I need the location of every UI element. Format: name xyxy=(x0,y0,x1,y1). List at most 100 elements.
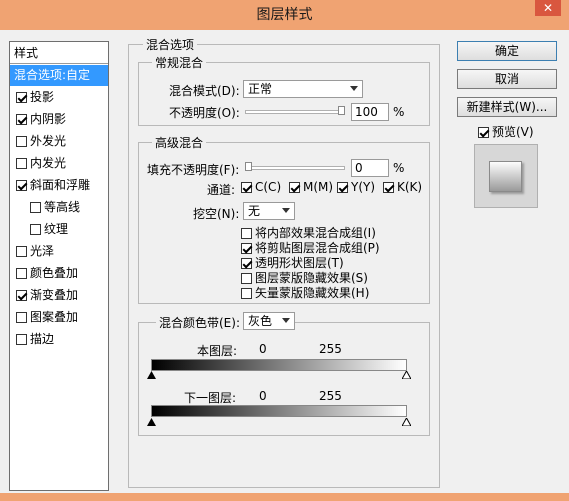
style-item[interactable]: 颜色叠加 xyxy=(10,263,108,284)
opacity-percent: % xyxy=(393,105,405,119)
fill-opacity-slider[interactable] xyxy=(245,166,345,170)
knockout-select[interactable]: 无 xyxy=(243,202,295,220)
style-item[interactable]: 混合选项:自定 xyxy=(10,65,108,86)
style-item-checkbox[interactable] xyxy=(16,290,27,301)
general-blending-title: 常规混合 xyxy=(152,54,207,71)
channel-checkbox-row[interactable]: K(K) xyxy=(383,180,422,194)
channel-checkbox[interactable] xyxy=(337,182,348,193)
fill-opacity-slider-thumb[interactable] xyxy=(245,162,252,171)
style-item-checkbox[interactable] xyxy=(16,158,27,169)
opacity-label: 不透明度(O): xyxy=(169,106,240,120)
opacity-slider[interactable] xyxy=(245,110,345,114)
advanced-option-label: 将剪贴图层混合成组(P) xyxy=(255,241,380,255)
style-item-label: 纹理 xyxy=(44,222,69,236)
channel-checkbox-row[interactable]: C(C) xyxy=(241,180,281,194)
cancel-button[interactable]: 取消 xyxy=(457,69,557,89)
new-style-button[interactable]: 新建样式(W)... xyxy=(457,97,557,117)
knockout-label: 挖空(N): xyxy=(193,207,240,221)
style-item-checkbox[interactable] xyxy=(16,92,27,103)
channel-checkbox[interactable] xyxy=(241,182,252,193)
style-item-label: 渐变叠加 xyxy=(30,288,79,302)
style-item-label: 光泽 xyxy=(30,244,55,258)
knockout-value: 无 xyxy=(248,204,261,218)
style-item-checkbox[interactable] xyxy=(16,334,27,345)
this-layer-label: 本图层: xyxy=(197,344,238,358)
style-item[interactable]: 等高线 xyxy=(10,197,108,218)
chevron-down-icon xyxy=(282,318,290,323)
channel-checkbox-row[interactable]: M(M) xyxy=(289,180,333,194)
style-item[interactable]: 图案叠加 xyxy=(10,307,108,328)
underlying-layer-min: 0 xyxy=(259,389,267,403)
style-item[interactable]: 描边 xyxy=(10,329,108,350)
close-button[interactable]: ✕ xyxy=(535,0,561,16)
this-layer-max: 255 xyxy=(319,342,342,356)
style-item-label: 投影 xyxy=(30,90,55,104)
style-item-checkbox[interactable] xyxy=(30,224,41,235)
style-item-label: 等高线 xyxy=(44,200,81,214)
style-item[interactable]: 投影 xyxy=(10,87,108,108)
this-layer-white-handle[interactable] xyxy=(402,371,411,379)
channel-checkbox[interactable] xyxy=(289,182,300,193)
blend-if-label: 混合颜色带(E): xyxy=(156,314,243,331)
style-item[interactable]: 外发光 xyxy=(10,131,108,152)
style-item[interactable]: 纹理 xyxy=(10,219,108,240)
blend-if-value: 灰色 xyxy=(248,314,273,328)
style-item-label: 混合选项:自定 xyxy=(14,68,91,82)
underlying-layer-max: 255 xyxy=(319,389,342,403)
this-layer-gradient-bar xyxy=(151,359,407,371)
advanced-option-checkbox[interactable] xyxy=(241,258,252,269)
style-item-label: 斜面和浮雕 xyxy=(30,178,91,192)
style-item-label: 描边 xyxy=(30,332,55,346)
chevron-down-icon xyxy=(282,208,290,213)
style-item-checkbox[interactable] xyxy=(16,312,27,323)
bottom-border xyxy=(0,493,569,501)
blend-if-select[interactable]: 灰色 xyxy=(243,312,295,330)
style-item[interactable]: 渐变叠加 xyxy=(10,285,108,306)
preview-checkbox[interactable] xyxy=(478,127,489,138)
opacity-slider-thumb[interactable] xyxy=(338,106,345,115)
fill-opacity-input[interactable]: 0 xyxy=(351,159,389,177)
blend-mode-label: 混合模式(D): xyxy=(169,84,240,98)
style-item-checkbox[interactable] xyxy=(16,180,27,191)
style-item[interactable]: 光泽 xyxy=(10,241,108,262)
channel-label: C(C) xyxy=(255,180,282,194)
channel-checkbox-row[interactable]: Y(Y) xyxy=(337,180,375,194)
style-item-checkbox[interactable] xyxy=(16,136,27,147)
advanced-option-label: 将内部效果混合成组(I) xyxy=(255,226,376,240)
advanced-option-row[interactable]: 矢量蒙版隐藏效果(H) xyxy=(241,284,369,301)
underlying-layer-white-handle[interactable] xyxy=(402,418,411,426)
channel-checkbox[interactable] xyxy=(383,182,394,193)
ok-button[interactable]: 确定 xyxy=(457,41,557,61)
channel-label: K(K) xyxy=(397,180,423,194)
preview-swatch xyxy=(489,161,522,192)
style-item-checkbox[interactable] xyxy=(16,114,27,125)
style-item[interactable]: 斜面和浮雕 xyxy=(10,175,108,196)
this-layer-black-handle[interactable] xyxy=(147,371,156,379)
blend-mode-value: 正常 xyxy=(248,82,273,96)
advanced-blending-title: 高级混合 xyxy=(152,134,207,151)
style-item-checkbox[interactable] xyxy=(30,202,41,213)
advanced-option-label: 图层蒙版隐藏效果(S) xyxy=(255,271,368,285)
style-item-checkbox[interactable] xyxy=(16,246,27,257)
advanced-option-checkbox[interactable] xyxy=(241,273,252,284)
underlying-layer-black-handle[interactable] xyxy=(147,418,156,426)
blend-mode-select[interactable]: 正常 xyxy=(243,80,363,98)
style-item-checkbox[interactable] xyxy=(16,268,27,279)
preview-checkbox-row[interactable]: 预览(V) xyxy=(478,123,534,140)
advanced-option-checkbox[interactable] xyxy=(241,243,252,254)
underlying-layer-label: 下一图层: xyxy=(184,391,237,405)
styles-panel-header: 样式 xyxy=(10,42,108,64)
advanced-option-checkbox[interactable] xyxy=(241,228,252,239)
style-item-label: 内发光 xyxy=(30,156,67,170)
style-item-label: 内阴影 xyxy=(30,112,67,126)
preview-thumbnail xyxy=(474,144,538,208)
advanced-option-checkbox[interactable] xyxy=(241,288,252,299)
opacity-input[interactable]: 100 xyxy=(351,103,389,121)
styles-panel: 样式 混合选项:自定投影内阴影外发光内发光斜面和浮雕等高线纹理光泽颜色叠加渐变叠… xyxy=(9,41,109,491)
advanced-option-label: 矢量蒙版隐藏效果(H) xyxy=(255,286,370,300)
style-item-label: 颜色叠加 xyxy=(30,266,79,280)
style-item[interactable]: 内发光 xyxy=(10,153,108,174)
style-item[interactable]: 内阴影 xyxy=(10,109,108,130)
style-item-label: 图案叠加 xyxy=(30,310,79,324)
blend-options-title: 混合选项 xyxy=(143,36,198,53)
